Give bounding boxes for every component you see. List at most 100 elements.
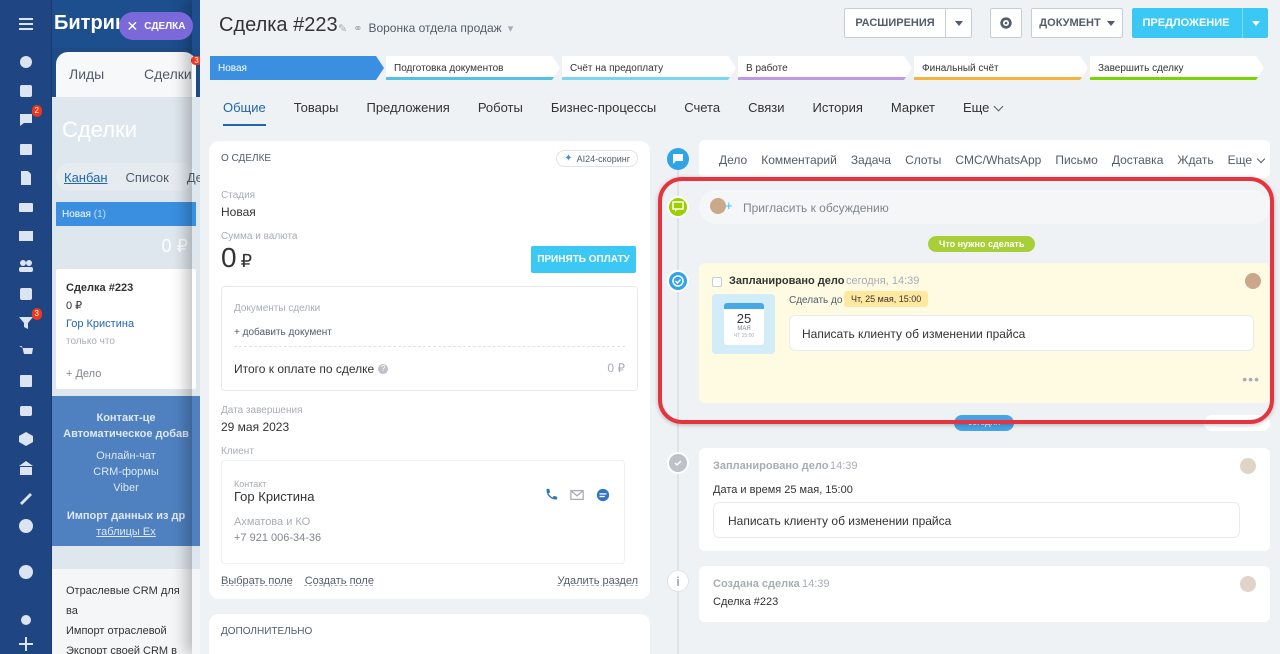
deal-documents-box: Документы сделки + добавить документ Ито… (221, 286, 638, 391)
composer-tab-comment[interactable]: Комментарий (761, 153, 837, 167)
ai-scoring-badge[interactable]: ✦ AI24-скоринг (556, 150, 638, 167)
stage-new[interactable]: Новая (210, 56, 384, 80)
divider (234, 346, 625, 347)
help-icon[interactable] (16, 562, 36, 582)
bg-view-list[interactable]: Список (126, 170, 169, 185)
stage-value[interactable]: Новая (221, 205, 256, 219)
stage-prepare-docs[interactable]: Подготовка документов (386, 56, 560, 80)
create-field-link[interactable]: Создать поле (305, 575, 374, 587)
check-icon[interactable] (16, 284, 36, 304)
composer-tab-delivery[interactable]: Доставка (1112, 153, 1164, 167)
tab-more[interactable]: Еще (963, 100, 1004, 124)
stage-in-progress[interactable]: В работе (738, 56, 912, 80)
contacts-icon[interactable] (16, 371, 36, 391)
tab-history[interactable]: История (813, 100, 863, 124)
settings-icon[interactable] (16, 610, 36, 630)
history-title: Запланировано дело (713, 460, 829, 472)
phone-icon[interactable] (544, 488, 558, 502)
tab-general[interactable]: Общие (223, 100, 266, 126)
box-icon[interactable] (16, 429, 36, 449)
bg-tab-deals[interactable]: 3 Сделки (144, 56, 200, 82)
funnel-name[interactable]: Воронка отдела продаж (368, 21, 501, 35)
extensions-button[interactable]: РАСШИРЕНИЯ (844, 8, 972, 38)
tasks-icon[interactable] (16, 81, 36, 101)
offer-dropdown-icon[interactable] (1242, 8, 1268, 38)
tab-offers[interactable]: Предложения (366, 100, 449, 124)
composer-tab-more[interactable]: Еще (1228, 153, 1266, 167)
status-icon[interactable] (16, 516, 36, 536)
mail-icon[interactable] (570, 488, 584, 502)
tab-invoices[interactable]: Счета (684, 100, 720, 124)
offer-button[interactable]: ПРЕДЛОЖЕНИЕ (1132, 8, 1268, 38)
composer-tab-email[interactable]: Письмо (1055, 153, 1098, 167)
crm-funnel-icon[interactable]: 3 (16, 308, 42, 333)
accept-payment-button[interactable]: ПРИНЯТЬ ОПЛАТУ (531, 246, 636, 273)
add-icon[interactable] (16, 634, 36, 654)
delete-section-link[interactable]: Удалить раздел (557, 575, 638, 587)
documents-label: Документы сделки (234, 303, 321, 314)
close-deal-slider-button[interactable]: ✕ СДЕЛКА (119, 12, 193, 40)
bg-view-kanban[interactable]: Канбан (64, 170, 108, 185)
highlight-frame (658, 177, 1274, 424)
stage-complete[interactable]: Завершить сделку (1090, 56, 1264, 80)
tab-products[interactable]: Товары (294, 100, 339, 124)
stage-prepay-invoice[interactable]: Счёт на предоплату (562, 56, 736, 80)
composer-tab-sms[interactable]: СМС/WhatsApp (955, 153, 1041, 167)
chat-icon[interactable] (596, 488, 610, 502)
menu-icon[interactable] (16, 14, 36, 34)
stage-final-invoice[interactable]: Финальный счёт (914, 56, 1088, 80)
avatar (1240, 576, 1256, 592)
composer-tab-task[interactable]: Задача (851, 153, 891, 167)
bg-tab-leads[interactable]: Лиды (69, 66, 104, 82)
composer-tabs: Дело Комментарий Задача Слоты СМС/WhatsA… (719, 153, 1266, 167)
contact-phone[interactable]: +7 921 006-34-36 (234, 532, 321, 544)
created-deal-link[interactable]: Сделка #223 (713, 596, 778, 608)
extensions-dropdown-icon[interactable] (945, 9, 971, 37)
composer-tab-wait[interactable]: Ждать (1177, 153, 1213, 167)
bank-icon[interactable] (16, 458, 36, 478)
add-document-link[interactable]: + добавить документ (234, 327, 332, 338)
composer-tab-activity[interactable]: Дело (719, 153, 747, 167)
feed-icon[interactable] (16, 52, 36, 72)
history-time: 14:39 (830, 460, 858, 472)
tab-links[interactable]: Связи (748, 100, 784, 124)
chat-badge: 2 (31, 105, 42, 117)
sum-value[interactable]: 0 ₽ (221, 242, 252, 274)
company-name[interactable]: Ахматова и КО (234, 516, 310, 528)
deal-created-card: Создана сделка 14:39 Сделка #223 (699, 566, 1270, 622)
sign-icon[interactable] (16, 487, 36, 507)
close-date-value[interactable]: 29 мая 2023 (221, 420, 289, 434)
funnel-chevron-icon[interactable]: ▾ (508, 22, 514, 35)
tab-market[interactable]: Маркет (891, 100, 935, 124)
document-button[interactable]: ДОКУМЕНТ (1031, 8, 1123, 38)
bg-card-add[interactable]: + Дело (66, 365, 101, 383)
edit-icon[interactable]: ✎ (338, 22, 347, 35)
currency: ₽ (240, 251, 253, 271)
deal-tabs: Общие Товары Предложения Роботы Бизнес-п… (223, 100, 1004, 126)
total-label: Итого к оплате по сделке? (234, 362, 389, 376)
composer-icon (667, 148, 689, 170)
groups-icon[interactable] (16, 255, 36, 275)
composer-tab-slots[interactable]: Слоты (905, 153, 941, 167)
link-icon[interactable]: ⚭ (353, 22, 362, 35)
tab-robots[interactable]: Роботы (478, 100, 523, 124)
help-icon[interactable]: ? (378, 364, 389, 374)
bg-kanban-card[interactable]: Сделка #223 0 ₽ Гор Кристина только что … (56, 269, 196, 389)
select-field-link[interactable]: Выбрать поле (221, 575, 293, 587)
bg-stage-sum: 0 ₽ (161, 236, 188, 256)
created-time: 14:39 (802, 578, 830, 590)
client-box: Контакт Гор Кристина Ахматова и КО +7 92… (221, 460, 625, 564)
calendar-icon[interactable] (16, 139, 36, 159)
docs-icon[interactable] (16, 168, 36, 188)
about-deal-card: О СДЕЛКЕ ✦ AI24-скоринг Стадия Новая Сумм… (209, 141, 650, 599)
shop-icon[interactable] (16, 342, 36, 362)
mail-icon[interactable] (16, 226, 36, 246)
drive-icon[interactable] (16, 197, 36, 217)
document-chevron-icon (1106, 20, 1115, 26)
robot-icon[interactable] (16, 400, 36, 420)
bg-card-client[interactable]: Гор Кристина (66, 315, 186, 333)
settings-gear-button[interactable] (990, 8, 1022, 38)
tab-business-processes[interactable]: Бизнес-процессы (551, 100, 656, 124)
chat-icon[interactable]: 2 (16, 105, 42, 130)
contact-name[interactable]: Гор Кристина (234, 489, 314, 504)
